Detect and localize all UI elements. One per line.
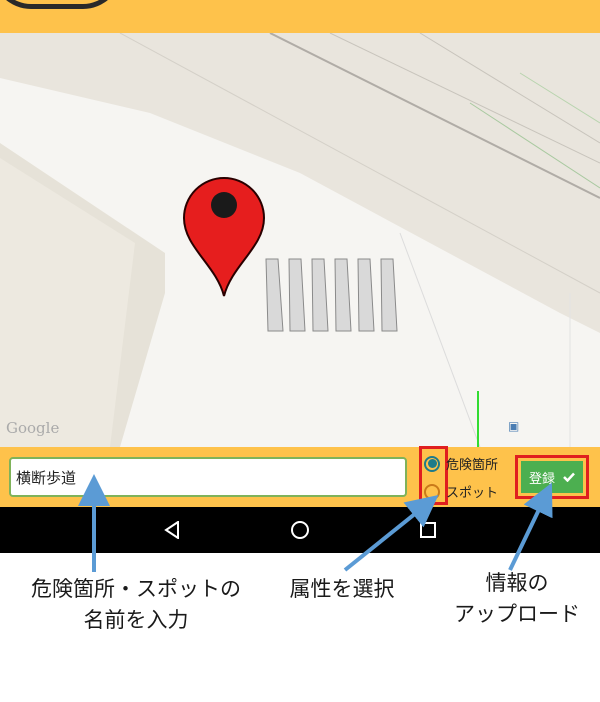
app-logo xyxy=(0,0,122,9)
entry-form: 危険箇所 スポット 登録 xyxy=(0,446,600,507)
map-canvas xyxy=(0,33,600,447)
bus-stop-icon: ▣ xyxy=(508,419,520,433)
caption-upload: 情報の アップロード xyxy=(436,568,598,630)
caption-name: 危険箇所・スポットの 名前を入力 xyxy=(2,574,270,636)
caption-attribute-line1: 属性を選択 xyxy=(289,577,395,601)
recents-square-icon[interactable] xyxy=(398,507,458,553)
radio-selected-icon[interactable] xyxy=(424,455,440,472)
caption-upload-line1: 情報の xyxy=(485,571,549,595)
spot-name-input[interactable] xyxy=(9,457,407,497)
radio-label-danger: 危険箇所 xyxy=(446,458,499,473)
caption-name-line2: 名前を入力 xyxy=(83,608,189,632)
android-nav-bar xyxy=(0,507,600,553)
radio-spot[interactable]: スポット xyxy=(424,482,498,501)
radio-label-spot: スポット xyxy=(446,486,499,501)
google-attribution: Google xyxy=(6,419,60,437)
radio-unselected-icon[interactable] xyxy=(424,483,440,500)
caption-upload-line2: アップロード xyxy=(454,602,580,626)
radio-danger-spot[interactable]: 危険箇所 xyxy=(424,454,498,473)
checkmark-icon xyxy=(563,472,575,482)
map-view[interactable]: Google ▣ xyxy=(0,33,600,447)
register-button[interactable]: 登録 xyxy=(521,461,583,493)
caption-name-line1: 危険箇所・スポットの xyxy=(31,577,241,601)
back-triangle-icon[interactable] xyxy=(142,507,202,553)
register-label: 登録 xyxy=(528,471,555,487)
caption-attribute: 属性を選択 xyxy=(272,574,412,605)
location-pin-icon[interactable] xyxy=(182,177,266,300)
app-header xyxy=(0,0,600,33)
home-circle-icon[interactable] xyxy=(270,507,330,553)
register-highlight: 登録 xyxy=(515,455,589,499)
crosswalk-stripes xyxy=(265,258,398,332)
